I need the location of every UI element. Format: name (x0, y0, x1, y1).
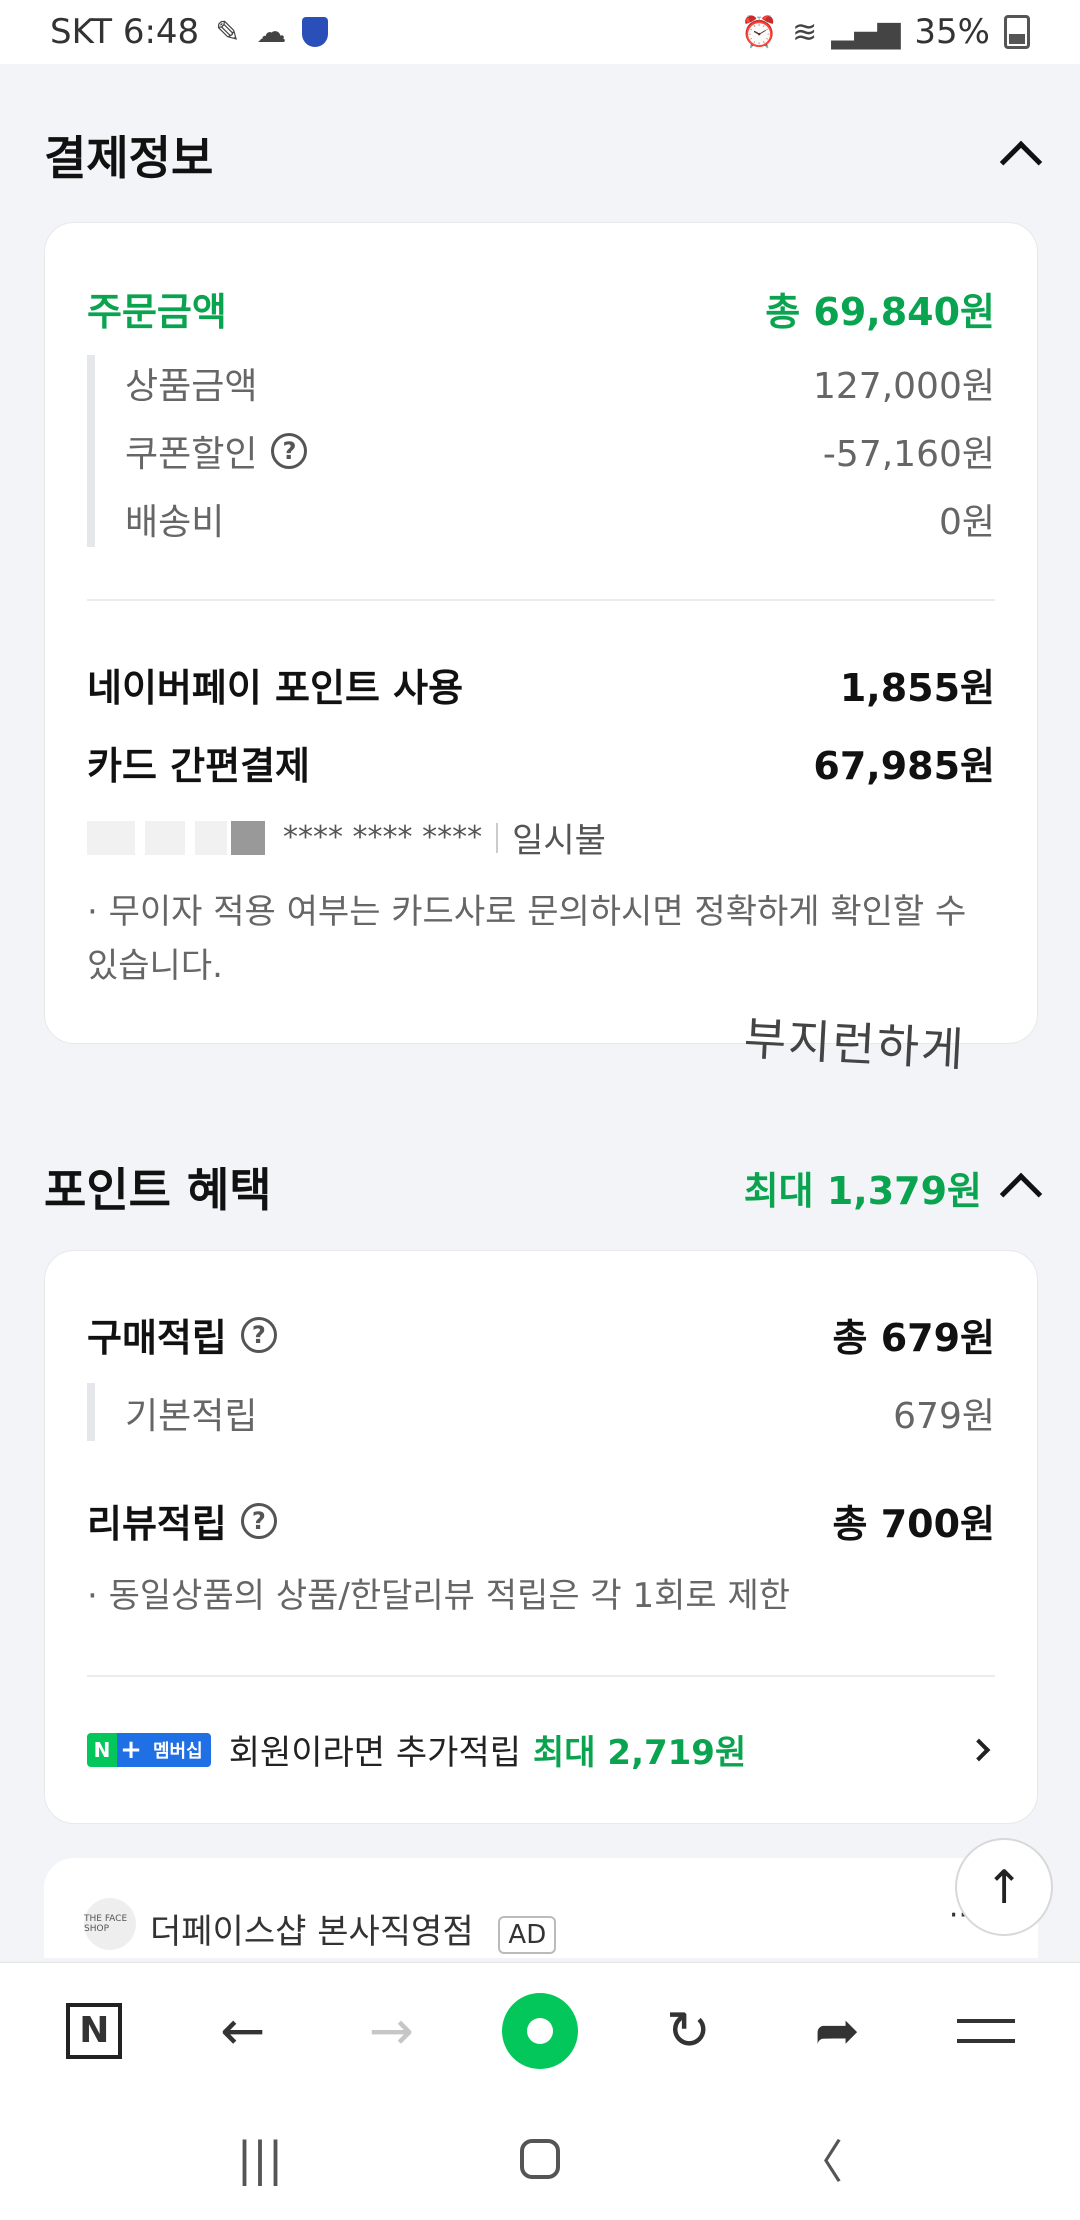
purchase-points-total: 총 679원 (832, 1316, 995, 1360)
masked-card-logo (87, 820, 135, 855)
hamburger-icon (956, 2018, 1015, 2043)
green-dot-button[interactable] (495, 1986, 585, 2076)
coupon-discount-value: -57,160원 (822, 434, 995, 475)
review-points-total: 총 700원 (832, 1502, 995, 1546)
back-button[interactable]: ← (198, 1986, 288, 2076)
divider (87, 599, 995, 601)
collapse-payment-icon[interactable] (999, 140, 1043, 184)
refresh-button[interactable]: ↻ (644, 1986, 734, 2076)
payment-section-header[interactable]: 결제정보 (44, 122, 1043, 188)
benefit-section-header[interactable]: 포인트 혜택 최대 1,379원 (44, 1154, 1043, 1220)
masked-card-name (145, 820, 185, 855)
battery-percent: 35% (914, 12, 990, 52)
npay-membership-badge: N + 멤버십 (87, 1732, 211, 1767)
review-points-note: · 동일상품의 상품/한달리뷰 적립은 각 1회로 제한 (87, 1576, 791, 1616)
review-points-label: 리뷰적립 (87, 1502, 227, 1546)
product-amount-label: 상품금액 (125, 366, 258, 407)
installment-label: 일시불 (512, 821, 606, 861)
card-image (231, 820, 265, 855)
collapse-benefit-icon[interactable] (999, 1172, 1043, 1216)
review-points-row: 리뷰적립 ? 총 700원 (87, 1493, 995, 1548)
card-info-row: **** **** **** 일시불 (87, 813, 995, 862)
payment-card: 주문금액 총 69,840원 상품금액 127,000원 쿠폰할인 ? -57,… (44, 222, 1038, 1044)
benefit-section-title: 포인트 혜택 (44, 1163, 272, 1217)
masked-card-name (195, 820, 227, 855)
benefit-card: 구매적립 ? 총 679원 기본적립 679원 리뷰적립 ? 총 700원 · … (44, 1250, 1038, 1824)
purchase-points-row: 구매적립 ? 총 679원 (87, 1307, 995, 1362)
browser-toolbar: N ← → ↻ ➦ (0, 1962, 1080, 2098)
payment-section-title: 결제정보 (44, 131, 214, 185)
card-payment-value: 67,985원 (813, 744, 995, 788)
store-name: 더페이스샵 본사직영점 (150, 1912, 474, 1952)
basic-points-label: 기본적립 (125, 1396, 258, 1437)
basic-points-value: 679원 (893, 1396, 995, 1437)
membership-max: 최대 2,719원 (533, 1733, 747, 1773)
card-payment-row: 카드 간편결제 67,985원 (87, 735, 995, 790)
help-icon[interactable]: ? (240, 1502, 277, 1539)
points-usage-row: 네이버페이 포인트 사용 1,855원 (87, 657, 995, 712)
benefit-max-amount: 최대 1,379원 (743, 1168, 982, 1213)
store-name-row: 더페이스샵 본사직영점 AD (150, 1904, 557, 1954)
alarm-icon: ⏰ (740, 14, 779, 50)
green-dot-icon (501, 1992, 578, 2069)
order-amount-row: 주문금액 총 69,840원 (87, 281, 995, 336)
order-amount-label: 주문금액 (87, 290, 227, 334)
shield-icon (302, 17, 329, 47)
order-amount-total: 총 69,840원 (765, 290, 995, 334)
purchase-points-label: 구매적립 (87, 1316, 227, 1360)
notification-icon: ✎ (215, 14, 241, 50)
shipping-row: 배송비 0원 (125, 493, 995, 545)
points-usage-value: 1,855원 (839, 666, 995, 710)
naver-home-button[interactable]: N (49, 1986, 139, 2076)
home-button[interactable] (495, 2139, 585, 2179)
store-logo: THE FACE SHOP (84, 1898, 136, 1950)
home-icon (520, 2139, 560, 2179)
system-back-button[interactable]: 〈 (775, 2126, 865, 2192)
carrier-time: SKT 6:48 (50, 12, 200, 52)
shipping-value: 0원 (938, 502, 995, 543)
scroll-to-top-button[interactable]: ↑ (955, 1838, 1053, 1936)
basic-points-row: 기본적립 679원 (125, 1387, 995, 1439)
interest-free-note: · 무이자 적용 여부는 카드사로 문의하시면 정확하게 확인할 수 있습니다. (87, 892, 967, 986)
cloud-icon: ☁ (256, 14, 287, 50)
membership-row[interactable]: N + 멤버십 회원이라면 추가적립 최대 2,719원 (87, 1725, 995, 1774)
ad-badge: AD (498, 1916, 557, 1954)
detail-bar (87, 1383, 95, 1441)
naver-n-icon: N (66, 2002, 123, 2059)
battery-icon (1004, 15, 1030, 49)
card-number: **** **** **** (283, 820, 483, 855)
points-usage-label: 네이버페이 포인트 사용 (87, 666, 464, 710)
system-nav-bar: ||| 〈 (0, 2098, 1080, 2220)
divider (87, 1675, 995, 1677)
help-icon[interactable]: ? (271, 433, 308, 469)
shipping-label: 배송비 (125, 502, 225, 543)
recents-button[interactable]: ||| (215, 2132, 305, 2186)
membership-text: 회원이라면 추가적립 (228, 1733, 522, 1773)
chevron-right-icon[interactable] (967, 1738, 991, 1761)
product-amount-value: 127,000원 (813, 366, 995, 407)
status-bar: SKT 6:48 ✎ ☁ ⏰ ≋ ▂▄▆ 35% (0, 0, 1080, 64)
help-icon[interactable]: ? (240, 1316, 277, 1353)
forward-button[interactable]: → (346, 1986, 436, 2076)
watermark-signature: 부지런하게 (742, 1011, 967, 1077)
wifi-icon: ≋ (792, 14, 818, 50)
signal-icon: ▂▄▆ (831, 14, 901, 50)
coupon-discount-label: 쿠폰할인 (125, 434, 258, 475)
coupon-discount-row: 쿠폰할인 ? -57,160원 (125, 425, 995, 477)
share-button[interactable]: ➦ (792, 1986, 882, 2076)
card-payment-label: 카드 간편결제 (87, 744, 310, 788)
detail-bar (87, 355, 95, 547)
ad-card[interactable]: THE FACE SHOP 더페이스샵 본사직영점 AD ·· (44, 1858, 1038, 1958)
product-amount-row: 상품금액 127,000원 (125, 357, 995, 409)
menu-button[interactable] (941, 1986, 1031, 2076)
